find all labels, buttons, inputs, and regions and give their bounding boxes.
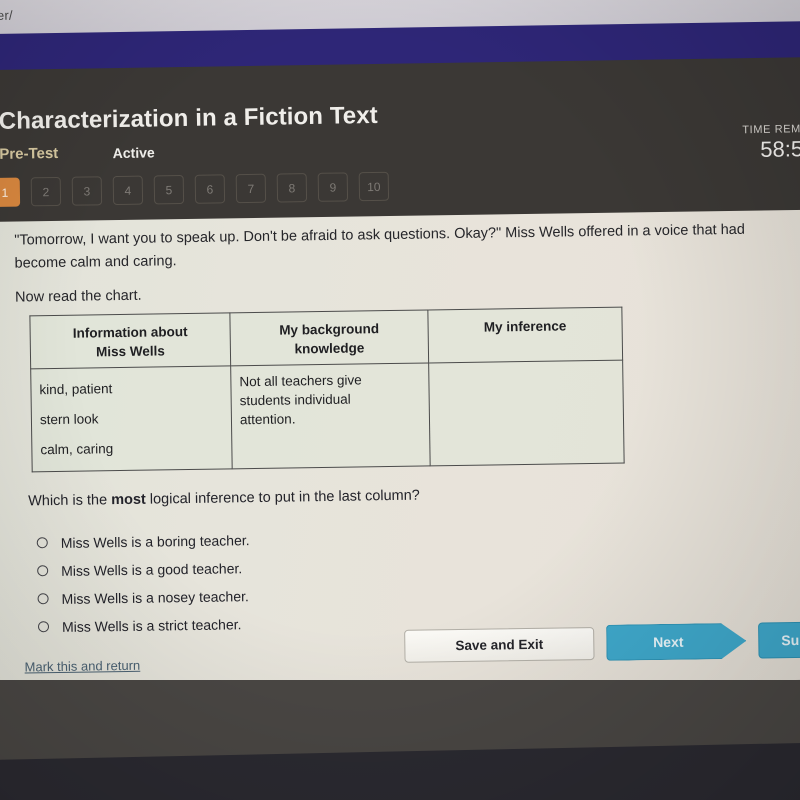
question-prompt: Which is the most logical inference to p… — [28, 488, 420, 510]
chart-instruction: Now read the chart. — [15, 287, 142, 306]
table-cell-inference-empty — [428, 360, 625, 466]
inference-chart-table: Information about Miss Wells My backgrou… — [29, 306, 625, 473]
page-title: Characterization in a Fiction Text — [0, 101, 379, 135]
table-row: kind, patient stern look calm, caring No… — [30, 360, 625, 472]
question-number-4[interactable]: 4 — [112, 175, 144, 206]
url-text: yer/ — [0, 7, 13, 23]
assessment-subheader: Pre-Test Active — [0, 143, 155, 163]
table-header-inference-line1: My inference — [483, 318, 567, 335]
assessment-header: Characterization in a Fiction Text Pre-T… — [0, 56, 800, 225]
question-emphasis: most — [111, 491, 146, 509]
answer-option-1[interactable]: Miss Wells is a boring teacher. — [36, 526, 250, 556]
timer-value: 58:56 — [760, 136, 800, 162]
mark-this-and-return-link[interactable]: Mark this and return — [24, 658, 140, 675]
table-header-inference: My inference — [427, 307, 623, 363]
question-content-card: "Tomorrow, I want you to speak up. Don't… — [0, 209, 800, 692]
table-header-information-line2: Miss Wells — [95, 343, 165, 360]
status-badge: Active — [112, 144, 155, 162]
answer-option-4[interactable]: Miss Wells is a strict teacher. — [37, 610, 251, 640]
timer: TIME REMAIN 58:56 — [611, 123, 800, 165]
question-number-1[interactable]: 1 — [0, 177, 21, 208]
radio-button-icon[interactable] — [37, 593, 49, 605]
answer-options-list: Miss Wells is a boring teacher. Miss Wel… — [36, 526, 251, 641]
screenshot-root: yer/ Characterization in a Fiction Text … — [0, 0, 800, 800]
answer-option-4-label: Miss Wells is a strict teacher. — [61, 615, 242, 635]
save-and-exit-button[interactable]: Save and Exit — [404, 627, 595, 663]
table-header-background-line2: knowledge — [294, 340, 365, 357]
question-prefix: Which is the — [28, 492, 112, 510]
table-header-row: Information about Miss Wells My backgrou… — [29, 307, 623, 369]
information-item-3: calm, caring — [40, 441, 114, 458]
question-number-3[interactable]: 3 — [71, 176, 103, 206]
answer-option-1-label: Miss Wells is a boring teacher. — [60, 531, 250, 551]
question-number-9[interactable]: 9 — [317, 172, 349, 202]
information-item-1: kind, patient — [39, 381, 113, 398]
table-cell-background: Not all teachers give students individua… — [230, 362, 431, 469]
question-suffix: logical inference to put in the last col… — [145, 487, 420, 508]
question-number-2[interactable]: 2 — [30, 176, 62, 207]
table-cell-information: kind, patient stern look calm, caring — [30, 365, 233, 472]
question-number-5[interactable]: 5 — [153, 174, 185, 205]
question-number-nav: 1 2 3 4 5 6 7 8 9 10 — [0, 171, 390, 208]
answer-option-2[interactable]: Miss Wells is a good teacher. — [37, 554, 250, 584]
passage-paragraph: "Tomorrow, I want you to speak up. Don't… — [14, 221, 745, 272]
question-number-7[interactable]: 7 — [235, 173, 267, 204]
radio-button-icon[interactable] — [37, 565, 49, 577]
answer-option-3[interactable]: Miss Wells is a nosey teacher. — [37, 582, 250, 612]
table-header-information: Information about Miss Wells — [29, 312, 231, 369]
table-header-background: My background knowledge — [229, 309, 429, 366]
radio-button-icon[interactable] — [37, 621, 50, 633]
background-line-3: attention. — [239, 411, 296, 428]
question-number-8[interactable]: 8 — [276, 173, 308, 203]
answer-option-3-label: Miss Wells is a nosey teacher. — [61, 587, 249, 607]
question-number-10[interactable]: 10 — [358, 171, 390, 202]
submit-button[interactable]: Submit — [758, 620, 800, 659]
question-number-6[interactable]: 6 — [194, 174, 226, 204]
next-button[interactable]: Next — [606, 623, 747, 661]
pretest-label: Pre-Test — [0, 144, 59, 163]
information-item-2: stern look — [39, 411, 99, 428]
radio-button-icon[interactable] — [36, 537, 48, 549]
answer-option-2-label: Miss Wells is a good teacher. — [61, 559, 243, 579]
